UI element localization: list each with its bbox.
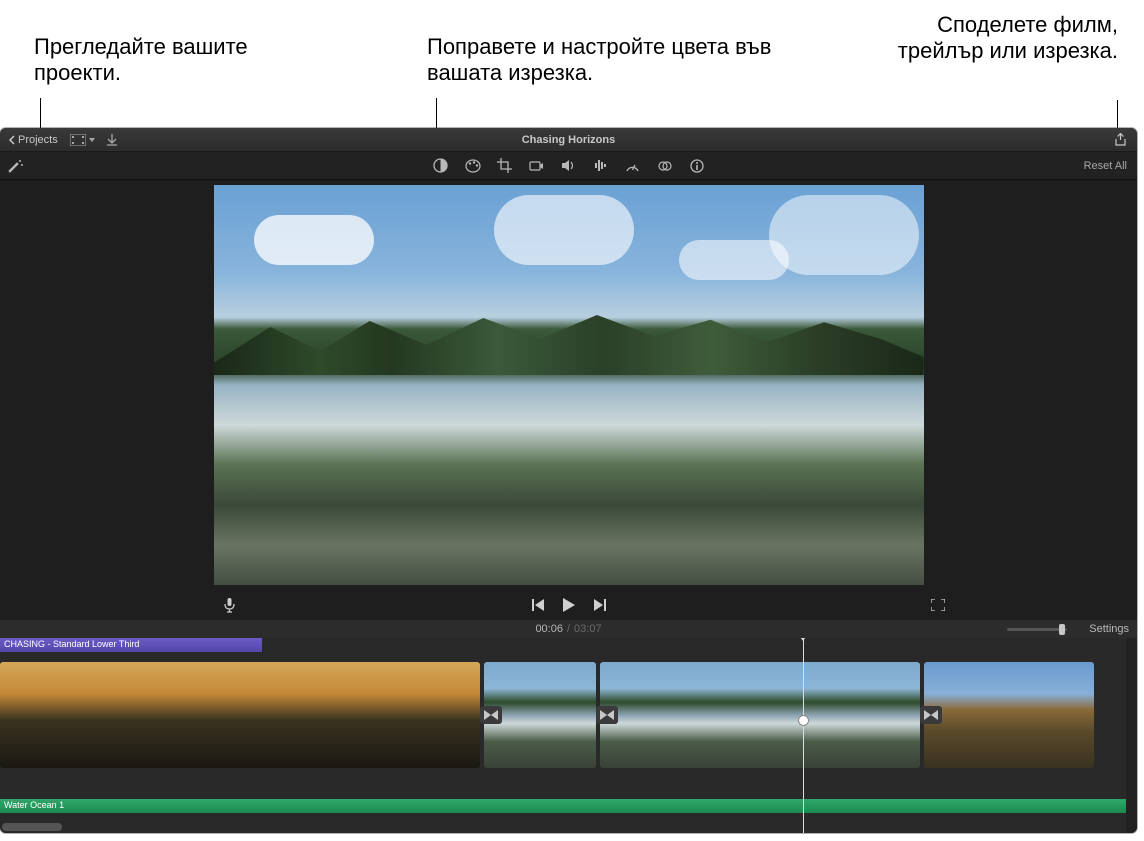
share-button[interactable]: [1114, 133, 1127, 147]
info-icon: [690, 159, 704, 173]
next-icon: [593, 599, 606, 611]
timeline-scrollbar[interactable]: [2, 823, 62, 831]
zoom-slider[interactable]: [1007, 628, 1067, 631]
stabilization-button[interactable]: [529, 158, 545, 174]
speed-button[interactable]: [625, 158, 641, 174]
total-time: 03:07: [574, 623, 602, 635]
zoom-knob[interactable]: [1059, 624, 1065, 635]
voiceover-button[interactable]: [224, 598, 235, 613]
callout-line: [1117, 100, 1118, 130]
crop-icon: [497, 158, 512, 173]
color-balance-button[interactable]: [433, 158, 449, 174]
info-button[interactable]: [689, 158, 705, 174]
arrow-down-icon: [107, 134, 117, 146]
transition[interactable]: [920, 706, 942, 724]
filmstrip-icon: [70, 134, 86, 146]
audio-clip[interactable]: Water Ocean 1: [0, 799, 1137, 813]
clip-thumbnail: [924, 662, 1094, 768]
volume-button[interactable]: [561, 158, 577, 174]
equalizer-icon: [594, 159, 608, 172]
callout-line: [40, 98, 41, 130]
microphone-icon: [224, 598, 235, 613]
title-clip[interactable]: CHASING - Standard Lower Third: [0, 638, 262, 652]
share-icon: [1114, 133, 1127, 147]
chevron-left-icon: [8, 135, 15, 145]
playback-bar: [0, 590, 1137, 620]
clip-filter-button[interactable]: [657, 158, 673, 174]
project-title: Chasing Horizons: [0, 134, 1137, 146]
half-circle-icon: [433, 158, 448, 173]
bowtie-icon: [924, 710, 938, 720]
bowtie-icon: [600, 710, 614, 720]
vertical-scrollbar[interactable]: [1126, 638, 1137, 833]
callout-projects: Прегледайте вашите проекти.: [34, 34, 294, 87]
prev-button[interactable]: [532, 599, 545, 611]
clip-thumbnail: [0, 662, 480, 768]
timeline[interactable]: CHASING - Standard Lower Third Water Oce…: [0, 638, 1137, 833]
play-button[interactable]: [563, 598, 575, 612]
projects-button[interactable]: Projects: [8, 134, 58, 146]
callout-color: Поправете и настройте цвета във вашата и…: [427, 34, 797, 87]
video-clip[interactable]: [924, 662, 1094, 768]
palette-icon: [465, 159, 481, 173]
speedometer-icon: [625, 159, 640, 172]
video-clip[interactable]: [600, 662, 920, 768]
bowtie-icon: [484, 710, 498, 720]
projects-label: Projects: [18, 134, 58, 146]
media-browser-button[interactable]: [70, 134, 95, 146]
transition[interactable]: [480, 706, 502, 724]
color-correction-button[interactable]: [465, 158, 481, 174]
clip-row: [0, 662, 1137, 768]
playhead[interactable]: [803, 638, 804, 833]
title-bar: Projects Chasing Horizons: [0, 128, 1137, 152]
noise-reduction-button[interactable]: [593, 158, 609, 174]
callout-share: Споделете филм, трейлър или изрезка.: [858, 12, 1118, 65]
clip-thumbnail: [600, 662, 920, 768]
app-window: Projects Chasing Horizons: [0, 128, 1137, 833]
drops-icon: [658, 159, 672, 173]
reset-all-button[interactable]: Reset All: [1084, 160, 1127, 172]
timeline-settings-button[interactable]: Settings: [1089, 623, 1129, 635]
fullscreen-button[interactable]: [931, 599, 945, 611]
next-button[interactable]: [593, 599, 606, 611]
speaker-icon: [561, 159, 576, 172]
prev-icon: [532, 599, 545, 611]
crop-button[interactable]: [497, 158, 513, 174]
import-button[interactable]: [107, 134, 117, 146]
camera-icon: [529, 160, 544, 172]
adjust-bar: Reset All: [0, 152, 1137, 180]
transition[interactable]: [596, 706, 618, 724]
chevron-down-icon: [89, 138, 95, 142]
magic-wand-icon: [8, 158, 24, 174]
play-icon: [563, 598, 575, 612]
viewer-area: [0, 180, 1137, 590]
enhance-button[interactable]: [8, 158, 24, 174]
zoom-track: [1007, 628, 1067, 631]
time-bar: 00:06 / 03:07 Settings: [0, 620, 1137, 638]
video-clip[interactable]: [0, 662, 480, 768]
preview-frame: [214, 185, 924, 585]
current-time: 00:06: [535, 623, 563, 635]
playhead-handle[interactable]: [799, 716, 808, 725]
expand-icon: [931, 599, 945, 611]
time-separator: /: [567, 623, 570, 635]
